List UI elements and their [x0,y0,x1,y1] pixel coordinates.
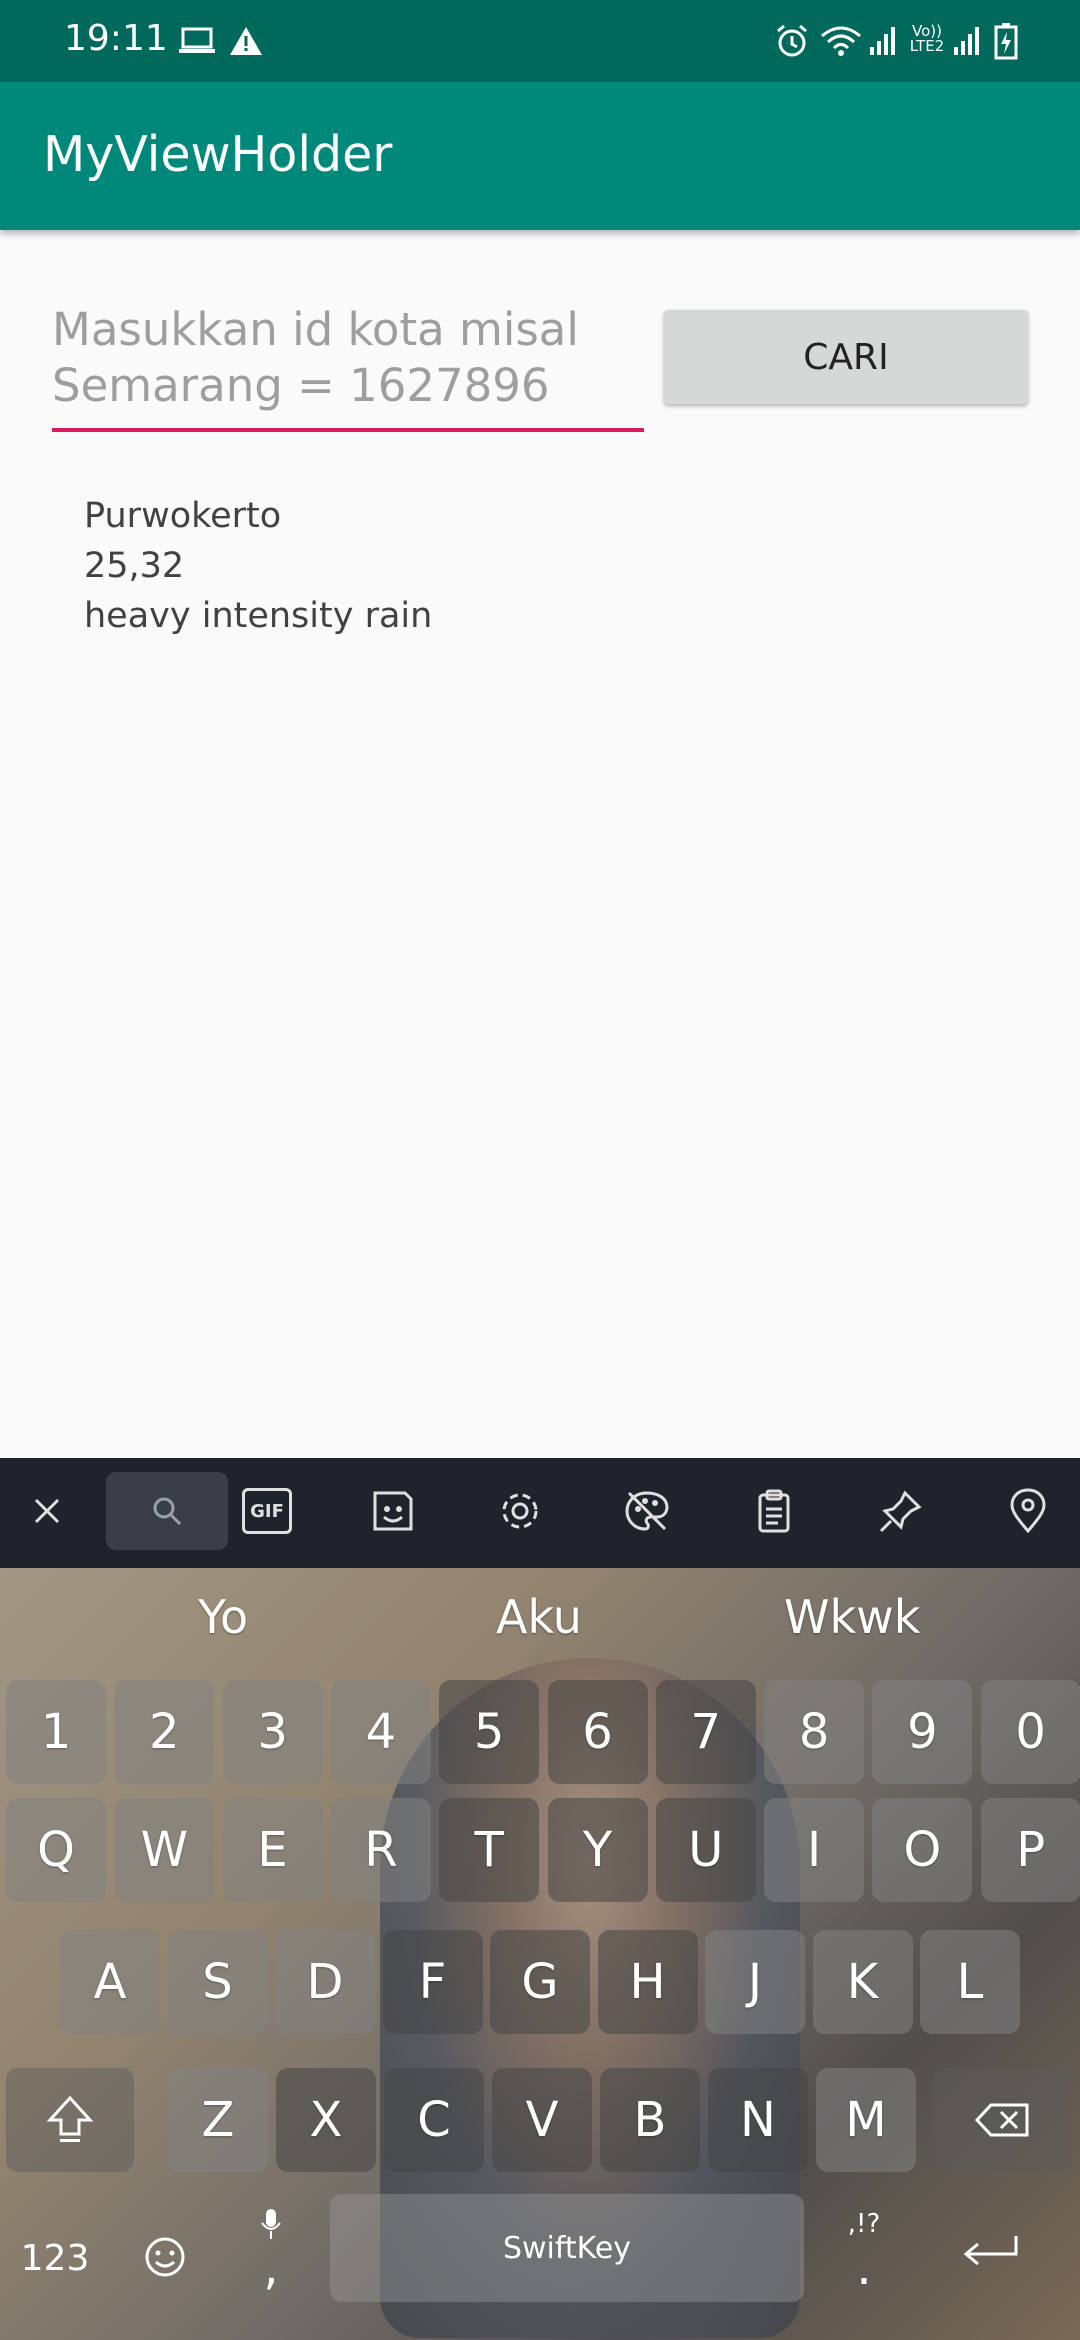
key-z[interactable]: Z [168,2068,268,2172]
key-4[interactable]: 4 [330,1680,431,1784]
key-7[interactable]: 7 [655,1680,756,1784]
status-time: 19:11 [64,18,168,59]
warning-icon [228,20,264,62]
key-v[interactable]: V [492,2068,592,2172]
key-l[interactable]: L [920,1930,1020,2034]
search-button[interactable]: CARI [664,310,1028,404]
key-e[interactable]: E [222,1798,323,1902]
close-icon[interactable] [8,1472,86,1550]
keyboard-toolbar: GIF [0,1458,1080,1568]
key-u[interactable]: U [655,1798,756,1902]
location-icon[interactable] [989,1472,1067,1550]
laptop-icon [178,20,216,62]
key-r[interactable]: R [330,1798,431,1902]
key-y[interactable]: Y [547,1798,648,1902]
keyboard: Yo Aku Wkwk 1234567890QWERTYUIOPASDFGHJK… [0,1568,1080,2340]
emoji-icon[interactable] [130,2222,200,2292]
backspace-key[interactable] [932,2068,1072,2172]
key-w[interactable]: W [114,1798,215,1902]
app-bar: MyViewHolder [0,82,1080,230]
battery-charging-icon [994,20,1018,62]
key-n[interactable]: N [708,2068,808,2172]
settings-icon[interactable] [481,1472,559,1550]
sticker-icon[interactable] [354,1472,432,1550]
space-key-label: SwiftKey [502,2230,632,2266]
key-c[interactable]: C [384,2068,484,2172]
key-1[interactable]: 1 [6,1680,106,1784]
gif-label: GIF [242,1488,292,1534]
suggestion-3[interactable]: Wkwk [784,1590,920,1644]
suggestion-2[interactable]: Aku [496,1590,582,1644]
search-icon[interactable] [106,1472,228,1550]
key-9[interactable]: 9 [872,1680,973,1784]
key-h[interactable]: H [597,1930,698,2034]
pin-icon[interactable] [862,1472,940,1550]
key-t[interactable]: T [439,1798,540,1902]
key-2[interactable]: 2 [114,1680,215,1784]
key-k[interactable]: K [812,1930,913,2034]
key-f[interactable]: F [382,1930,483,2034]
period-key[interactable]: . [832,2236,896,2300]
theme-icon[interactable] [608,1472,686,1550]
key-g[interactable]: G [490,1930,590,2034]
key-i[interactable]: I [764,1798,865,1902]
signal-icon [868,20,898,62]
status-bar: 19:11 Vo)) LTE2 [0,0,1080,82]
app-title: MyViewHolder [43,126,393,183]
key-m[interactable]: M [816,2068,916,2172]
key-6[interactable]: 6 [547,1680,648,1784]
comma-key[interactable]: , [236,2236,306,2300]
result-city: Purwokerto [84,496,282,536]
suggestion-1[interactable]: Yo [198,1590,248,1644]
key-3[interactable]: 3 [222,1680,323,1784]
city-id-input[interactable]: Masukkan id kota misal Semarang = 162789… [52,300,644,432]
key-q[interactable]: Q [6,1798,106,1902]
key-8[interactable]: 8 [764,1680,865,1784]
signal-icon-2 [952,20,982,62]
enter-icon[interactable] [936,2212,1046,2292]
key-o[interactable]: O [872,1798,973,1902]
city-id-input-placeholder: Masukkan id kota misal Semarang = 162789… [52,303,579,412]
key-0[interactable]: 0 [980,1680,1080,1784]
key-a[interactable]: A [60,1930,160,2034]
key-x[interactable]: X [276,2068,376,2172]
gif-icon[interactable]: GIF [228,1472,306,1550]
wifi-icon [820,20,862,62]
key-p[interactable]: P [980,1798,1080,1902]
weather-result: Purwokerto 25,32 heavy intensity rain [84,491,432,641]
result-description: heavy intensity rain [84,596,433,636]
key-s[interactable]: S [167,1930,268,2034]
alarm-icon [774,20,810,62]
result-temperature: 25,32 [84,546,185,586]
space-key[interactable]: SwiftKey [330,2194,804,2302]
numbers-key[interactable]: 123 [10,2228,100,2288]
shift-key[interactable] [6,2068,134,2172]
key-j[interactable]: J [705,1930,805,2034]
key-5[interactable]: 5 [439,1680,540,1784]
clipboard-icon[interactable] [735,1472,813,1550]
key-b[interactable]: B [600,2068,700,2172]
volte-icon: Vo)) LTE2 [909,22,945,55]
key-d[interactable]: D [275,1930,375,2034]
